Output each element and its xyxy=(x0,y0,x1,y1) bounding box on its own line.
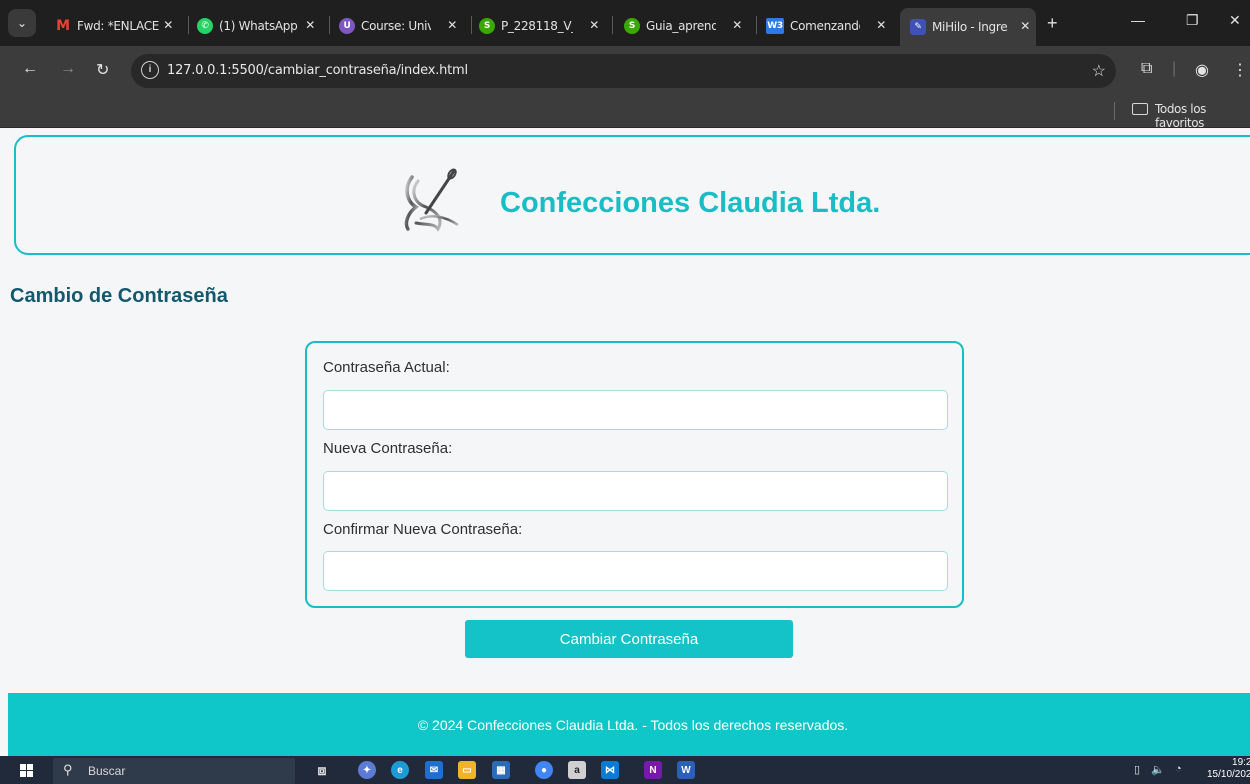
confirm-password-label: Confirmar Nueva Contraseña: xyxy=(323,521,523,538)
gmail-icon: M xyxy=(56,18,70,34)
close-tab-icon[interactable]: ✕ xyxy=(1020,19,1030,33)
change-password-button[interactable]: Cambiar Contraseña xyxy=(465,620,793,658)
folder-icon[interactable] xyxy=(1132,103,1148,115)
forward-icon[interactable]: → xyxy=(60,60,76,78)
address-bar[interactable]: i 127.0.0.1:5500/cambiar_contraseña/inde… xyxy=(131,54,1116,88)
search-icon: ⚲ xyxy=(63,762,73,777)
new-password-label: Nueva Contraseña: xyxy=(323,440,453,457)
back-icon[interactable]: ← xyxy=(22,60,38,78)
toolbar-divider: | xyxy=(1172,60,1177,77)
tab-course[interactable]: U Course: Univer ✕ xyxy=(339,12,463,40)
menu-icon[interactable]: ⋮ xyxy=(1232,60,1248,80)
mail-icon[interactable]: ✉ xyxy=(425,761,443,779)
close-tab-icon[interactable]: ✕ xyxy=(163,18,173,32)
page-title: Cambio de Contraseña xyxy=(10,285,228,307)
mihilo-icon: ✎ xyxy=(910,19,926,35)
taskbar-search-placeholder: Buscar xyxy=(88,764,126,778)
current-password-label: Contraseña Actual: xyxy=(323,359,450,376)
wifi-icon[interactable]: ◔ xyxy=(1175,763,1182,775)
minimize-icon[interactable]: — xyxy=(1131,12,1145,28)
taskbar-date: 15/10/2024 xyxy=(1207,769,1250,780)
current-password-input[interactable] xyxy=(323,390,948,430)
w3schools-icon: W3 xyxy=(766,18,784,34)
tab-mihilo-active[interactable]: ✎ MiHilo - Ingres ✕ xyxy=(900,8,1036,46)
windows-start-icon[interactable] xyxy=(20,764,33,777)
course-icon: U xyxy=(339,18,355,34)
copilot-icon[interactable]: ✦ xyxy=(358,761,376,779)
taskbar-clock[interactable]: 19:20 15/10/2024 xyxy=(1207,757,1250,781)
site-header: Confecciones Claudia Ltda. xyxy=(14,135,1250,255)
extensions-icon[interactable]: ⧉ xyxy=(1141,60,1152,78)
new-tab-icon[interactable]: + xyxy=(1047,13,1058,34)
page-content: Confecciones Claudia Ltda. Cambio de Con… xyxy=(0,128,1250,756)
reload-icon[interactable]: ↻ xyxy=(96,60,109,80)
tab-gmail[interactable]: M Fwd: *ENLACE ✕ xyxy=(55,12,179,40)
taskbar-time: 19:20 xyxy=(1232,757,1250,768)
tab-p228118[interactable]: S P_228118_V_2 ✕ xyxy=(479,12,605,40)
footer-copyright: © 2024 Confecciones Claudia Ltda. - Todo… xyxy=(417,717,849,733)
close-tab-icon[interactable]: ✕ xyxy=(589,18,599,32)
close-tab-icon[interactable]: ✕ xyxy=(732,18,742,32)
volume-icon[interactable]: 🔈 xyxy=(1151,763,1165,776)
windows-taskbar: ⚲ Buscar ⧈ ✦ e ✉ ▭ ▦ ● a ⋈ N W ▯ 🔈 ◔ 19:… xyxy=(0,756,1250,784)
confirm-password-input[interactable] xyxy=(323,551,948,591)
tab-w3schools[interactable]: W3 Comenzando c ✕ xyxy=(766,12,892,40)
site-info-icon[interactable]: i xyxy=(141,61,159,79)
new-password-input[interactable] xyxy=(323,471,948,511)
edge-icon[interactable]: e xyxy=(391,761,409,779)
taskbar-search[interactable]: ⚲ Buscar xyxy=(53,758,295,784)
task-view-icon[interactable]: ⧈ xyxy=(313,761,331,779)
bookmarks-bar: Todos los favoritos xyxy=(0,96,1250,130)
battery-icon[interactable]: ▯ xyxy=(1134,763,1140,776)
browser-toolbar: ← → ↻ i 127.0.0.1:5500/cambiar_contraseñ… xyxy=(0,46,1250,96)
whatsapp-icon: ✆ xyxy=(197,18,213,34)
profile-icon[interactable]: ◉ xyxy=(1195,60,1209,80)
sena-icon: S xyxy=(624,18,640,34)
word-icon[interactable]: W xyxy=(677,761,695,779)
amazon-icon[interactable]: a xyxy=(568,761,586,779)
file-explorer-icon[interactable]: ▭ xyxy=(458,761,476,779)
needle-thread-logo-icon xyxy=(404,168,459,232)
bookmark-star-icon[interactable]: ☆ xyxy=(1092,61,1106,81)
close-window-icon[interactable]: ✕ xyxy=(1229,12,1241,29)
close-tab-icon[interactable]: ✕ xyxy=(447,18,457,32)
close-tab-icon[interactable]: ✕ xyxy=(305,18,315,32)
sena-icon: S xyxy=(479,18,495,34)
restore-icon[interactable]: ❐ xyxy=(1186,12,1199,29)
brand-name: Confecciones Claudia Ltda. xyxy=(500,187,881,219)
site-footer: © 2024 Confecciones Claudia Ltda. - Todo… xyxy=(8,693,1250,756)
tab-guia[interactable]: S Guia_aprendiz ✕ xyxy=(624,12,748,40)
close-tab-icon[interactable]: ✕ xyxy=(876,18,886,32)
address-url[interactable]: 127.0.0.1:5500/cambiar_contraseña/index.… xyxy=(167,63,468,78)
browser-tab-strip: ⌄ M Fwd: *ENLACE ✕ ✆ (1) WhatsApp ✕ U Co… xyxy=(0,0,1250,46)
tab-whatsapp[interactable]: ✆ (1) WhatsApp ✕ xyxy=(197,12,321,40)
vscode-icon[interactable]: ⋈ xyxy=(601,761,619,779)
password-form: Contraseña Actual: Nueva Contraseña: Con… xyxy=(305,341,964,608)
onenote-icon[interactable]: N xyxy=(644,761,662,779)
store-icon[interactable]: ▦ xyxy=(492,761,510,779)
all-bookmarks-link[interactable]: Todos los favoritos xyxy=(1155,102,1250,130)
chrome-icon[interactable]: ● xyxy=(535,761,553,779)
tab-search-chevron-icon[interactable]: ⌄ xyxy=(8,9,36,37)
